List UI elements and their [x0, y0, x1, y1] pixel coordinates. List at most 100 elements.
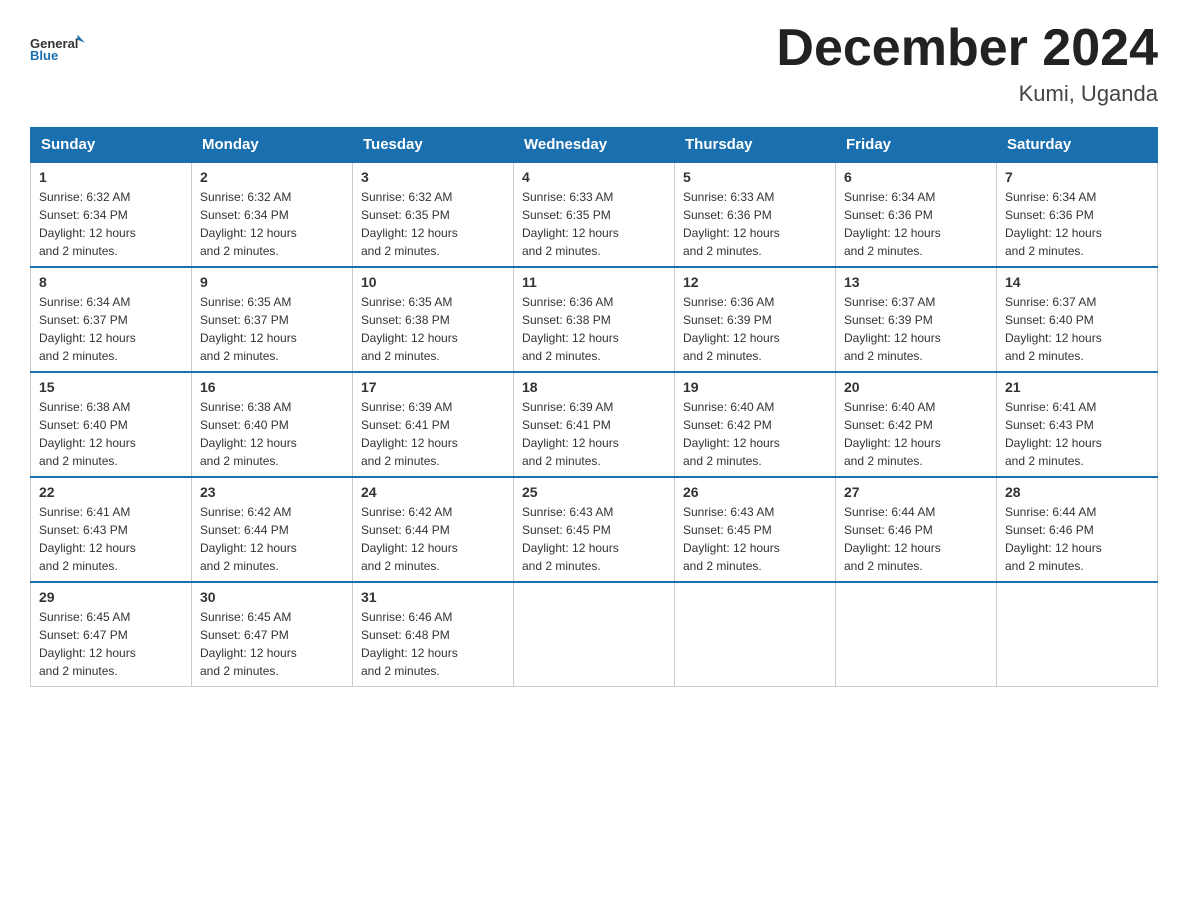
day-info: Sunrise: 6:34 AMSunset: 6:37 PMDaylight:… [39, 295, 136, 363]
day-info: Sunrise: 6:33 AMSunset: 6:35 PMDaylight:… [522, 190, 619, 258]
day-info: Sunrise: 6:32 AMSunset: 6:34 PMDaylight:… [39, 190, 136, 258]
table-row: 9 Sunrise: 6:35 AMSunset: 6:37 PMDayligh… [192, 267, 353, 372]
table-row [514, 582, 675, 687]
calendar-week-1: 1 Sunrise: 6:32 AMSunset: 6:34 PMDayligh… [31, 162, 1158, 267]
table-row: 18 Sunrise: 6:39 AMSunset: 6:41 PMDaylig… [514, 372, 675, 477]
table-row: 20 Sunrise: 6:40 AMSunset: 6:42 PMDaylig… [836, 372, 997, 477]
day-number: 13 [844, 274, 988, 290]
day-number: 12 [683, 274, 827, 290]
day-number: 8 [39, 274, 183, 290]
day-info: Sunrise: 6:46 AMSunset: 6:48 PMDaylight:… [361, 610, 458, 678]
day-number: 26 [683, 484, 827, 500]
calendar-header-row: Sunday Monday Tuesday Wednesday Thursday… [31, 128, 1158, 163]
day-info: Sunrise: 6:35 AMSunset: 6:37 PMDaylight:… [200, 295, 297, 363]
col-thursday: Thursday [675, 128, 836, 163]
day-info: Sunrise: 6:38 AMSunset: 6:40 PMDaylight:… [39, 400, 136, 468]
svg-text:Blue: Blue [30, 48, 58, 63]
logo-svg: General Blue [30, 20, 85, 75]
day-number: 6 [844, 169, 988, 185]
table-row: 1 Sunrise: 6:32 AMSunset: 6:34 PMDayligh… [31, 162, 192, 267]
day-info: Sunrise: 6:44 AMSunset: 6:46 PMDaylight:… [1005, 505, 1102, 573]
calendar-week-2: 8 Sunrise: 6:34 AMSunset: 6:37 PMDayligh… [31, 267, 1158, 372]
table-row: 27 Sunrise: 6:44 AMSunset: 6:46 PMDaylig… [836, 477, 997, 582]
table-row: 12 Sunrise: 6:36 AMSunset: 6:39 PMDaylig… [675, 267, 836, 372]
col-sunday: Sunday [31, 128, 192, 163]
table-row: 17 Sunrise: 6:39 AMSunset: 6:41 PMDaylig… [353, 372, 514, 477]
table-row: 16 Sunrise: 6:38 AMSunset: 6:40 PMDaylig… [192, 372, 353, 477]
day-number: 2 [200, 169, 344, 185]
day-number: 9 [200, 274, 344, 290]
table-row: 31 Sunrise: 6:46 AMSunset: 6:48 PMDaylig… [353, 582, 514, 687]
table-row: 4 Sunrise: 6:33 AMSunset: 6:35 PMDayligh… [514, 162, 675, 267]
page-header: General Blue December 2024 Kumi, Uganda [30, 20, 1158, 107]
day-info: Sunrise: 6:35 AMSunset: 6:38 PMDaylight:… [361, 295, 458, 363]
table-row: 8 Sunrise: 6:34 AMSunset: 6:37 PMDayligh… [31, 267, 192, 372]
table-row: 21 Sunrise: 6:41 AMSunset: 6:43 PMDaylig… [997, 372, 1158, 477]
day-info: Sunrise: 6:33 AMSunset: 6:36 PMDaylight:… [683, 190, 780, 258]
table-row: 3 Sunrise: 6:32 AMSunset: 6:35 PMDayligh… [353, 162, 514, 267]
day-info: Sunrise: 6:32 AMSunset: 6:34 PMDaylight:… [200, 190, 297, 258]
day-number: 24 [361, 484, 505, 500]
day-info: Sunrise: 6:36 AMSunset: 6:38 PMDaylight:… [522, 295, 619, 363]
day-number: 14 [1005, 274, 1149, 290]
table-row: 26 Sunrise: 6:43 AMSunset: 6:45 PMDaylig… [675, 477, 836, 582]
table-row: 6 Sunrise: 6:34 AMSunset: 6:36 PMDayligh… [836, 162, 997, 267]
day-info: Sunrise: 6:40 AMSunset: 6:42 PMDaylight:… [683, 400, 780, 468]
table-row [675, 582, 836, 687]
day-number: 25 [522, 484, 666, 500]
table-row [836, 582, 997, 687]
table-row: 5 Sunrise: 6:33 AMSunset: 6:36 PMDayligh… [675, 162, 836, 267]
table-row: 7 Sunrise: 6:34 AMSunset: 6:36 PMDayligh… [997, 162, 1158, 267]
day-number: 15 [39, 379, 183, 395]
day-number: 31 [361, 589, 505, 605]
table-row: 29 Sunrise: 6:45 AMSunset: 6:47 PMDaylig… [31, 582, 192, 687]
day-number: 3 [361, 169, 505, 185]
day-info: Sunrise: 6:32 AMSunset: 6:35 PMDaylight:… [361, 190, 458, 258]
day-info: Sunrise: 6:34 AMSunset: 6:36 PMDaylight:… [844, 190, 941, 258]
title-block: December 2024 Kumi, Uganda [776, 20, 1158, 107]
table-row [997, 582, 1158, 687]
day-info: Sunrise: 6:41 AMSunset: 6:43 PMDaylight:… [39, 505, 136, 573]
day-number: 10 [361, 274, 505, 290]
day-number: 28 [1005, 484, 1149, 500]
table-row: 22 Sunrise: 6:41 AMSunset: 6:43 PMDaylig… [31, 477, 192, 582]
col-friday: Friday [836, 128, 997, 163]
table-row: 10 Sunrise: 6:35 AMSunset: 6:38 PMDaylig… [353, 267, 514, 372]
day-info: Sunrise: 6:42 AMSunset: 6:44 PMDaylight:… [361, 505, 458, 573]
day-number: 1 [39, 169, 183, 185]
col-tuesday: Tuesday [353, 128, 514, 163]
day-number: 20 [844, 379, 988, 395]
table-row: 25 Sunrise: 6:43 AMSunset: 6:45 PMDaylig… [514, 477, 675, 582]
day-info: Sunrise: 6:44 AMSunset: 6:46 PMDaylight:… [844, 505, 941, 573]
col-monday: Monday [192, 128, 353, 163]
table-row: 24 Sunrise: 6:42 AMSunset: 6:44 PMDaylig… [353, 477, 514, 582]
day-info: Sunrise: 6:38 AMSunset: 6:40 PMDaylight:… [200, 400, 297, 468]
day-number: 16 [200, 379, 344, 395]
day-info: Sunrise: 6:36 AMSunset: 6:39 PMDaylight:… [683, 295, 780, 363]
day-info: Sunrise: 6:42 AMSunset: 6:44 PMDaylight:… [200, 505, 297, 573]
table-row: 19 Sunrise: 6:40 AMSunset: 6:42 PMDaylig… [675, 372, 836, 477]
calendar-table: Sunday Monday Tuesday Wednesday Thursday… [30, 127, 1158, 687]
day-number: 5 [683, 169, 827, 185]
table-row: 23 Sunrise: 6:42 AMSunset: 6:44 PMDaylig… [192, 477, 353, 582]
location: Kumi, Uganda [776, 81, 1158, 107]
day-info: Sunrise: 6:37 AMSunset: 6:40 PMDaylight:… [1005, 295, 1102, 363]
col-saturday: Saturday [997, 128, 1158, 163]
day-number: 22 [39, 484, 183, 500]
table-row: 13 Sunrise: 6:37 AMSunset: 6:39 PMDaylig… [836, 267, 997, 372]
day-number: 4 [522, 169, 666, 185]
day-number: 17 [361, 379, 505, 395]
day-info: Sunrise: 6:43 AMSunset: 6:45 PMDaylight:… [522, 505, 619, 573]
day-info: Sunrise: 6:43 AMSunset: 6:45 PMDaylight:… [683, 505, 780, 573]
day-info: Sunrise: 6:37 AMSunset: 6:39 PMDaylight:… [844, 295, 941, 363]
day-number: 30 [200, 589, 344, 605]
calendar-week-4: 22 Sunrise: 6:41 AMSunset: 6:43 PMDaylig… [31, 477, 1158, 582]
table-row: 30 Sunrise: 6:45 AMSunset: 6:47 PMDaylig… [192, 582, 353, 687]
day-info: Sunrise: 6:45 AMSunset: 6:47 PMDaylight:… [200, 610, 297, 678]
day-number: 23 [200, 484, 344, 500]
day-number: 11 [522, 274, 666, 290]
table-row: 14 Sunrise: 6:37 AMSunset: 6:40 PMDaylig… [997, 267, 1158, 372]
day-info: Sunrise: 6:34 AMSunset: 6:36 PMDaylight:… [1005, 190, 1102, 258]
day-info: Sunrise: 6:41 AMSunset: 6:43 PMDaylight:… [1005, 400, 1102, 468]
table-row: 28 Sunrise: 6:44 AMSunset: 6:46 PMDaylig… [997, 477, 1158, 582]
